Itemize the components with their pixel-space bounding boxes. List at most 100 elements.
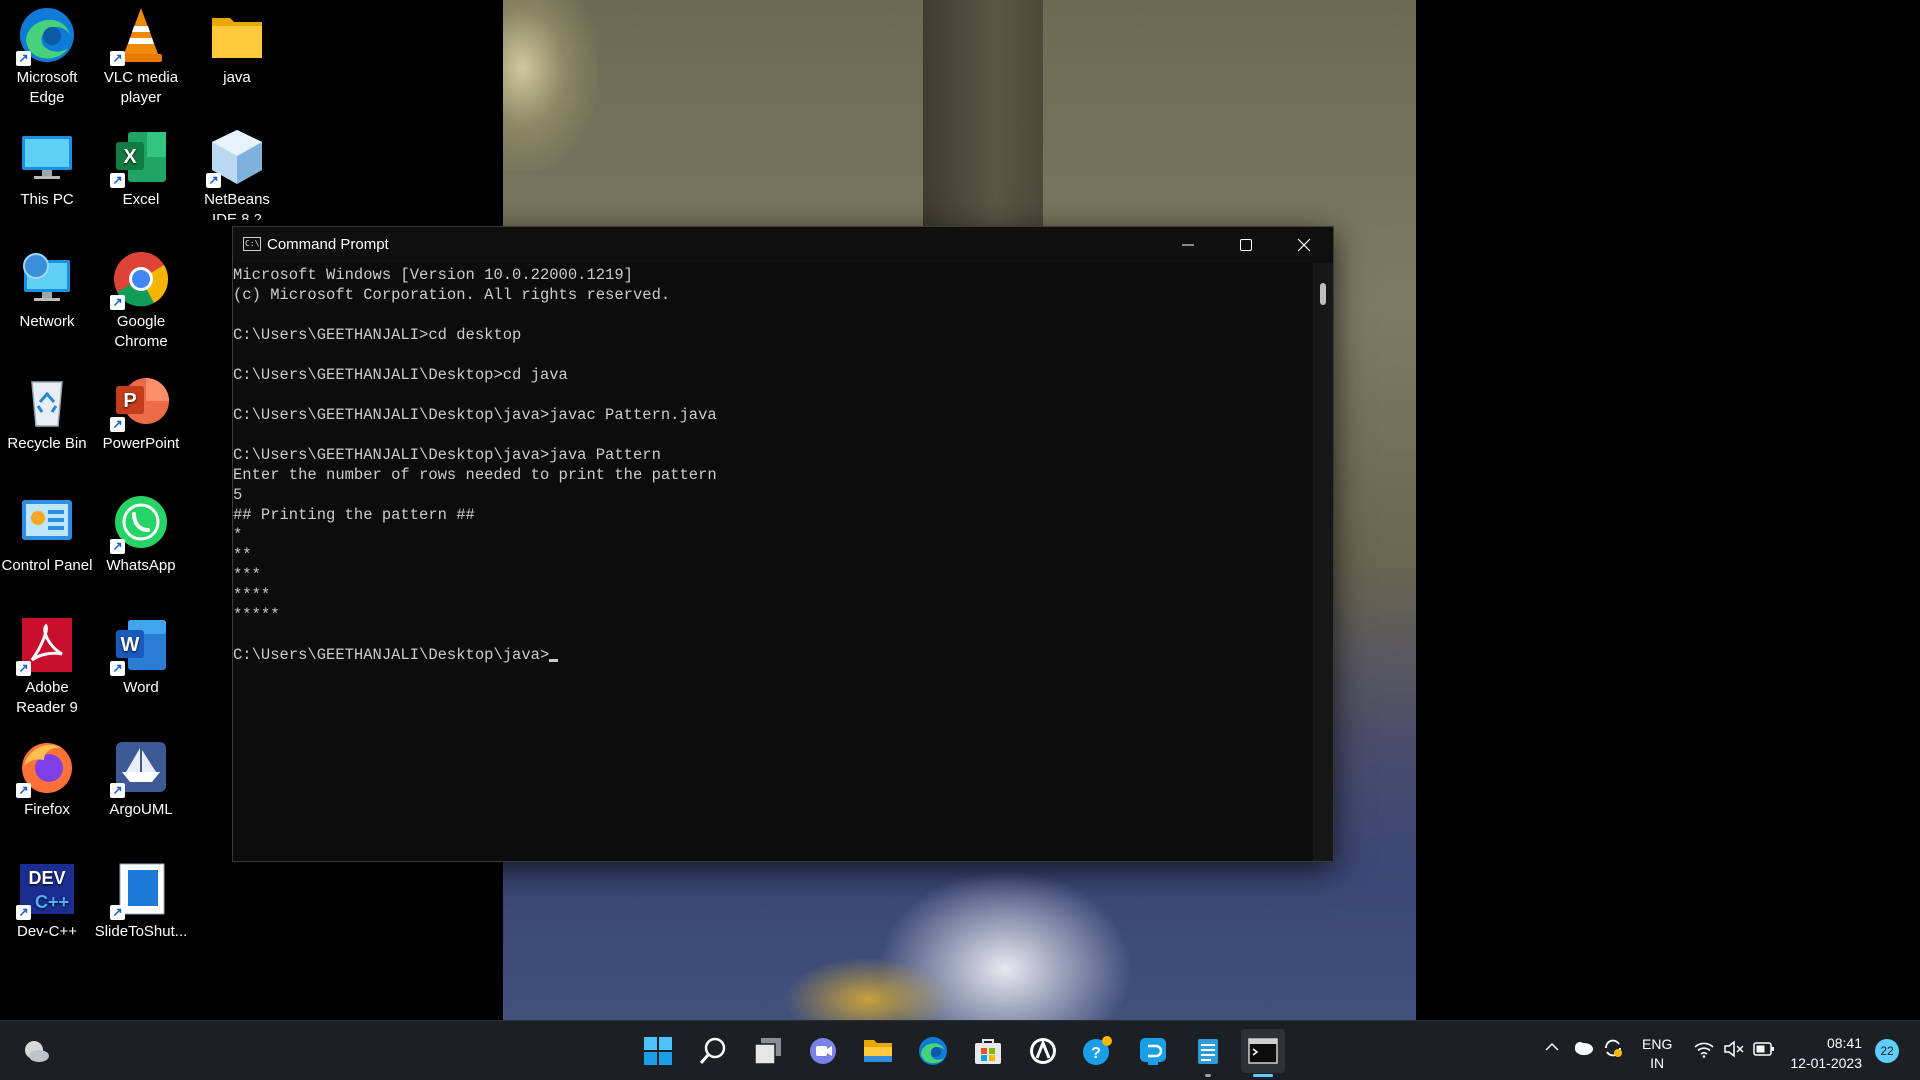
store-icon: [975, 1039, 1001, 1064]
wifi-icon: [1694, 1042, 1714, 1058]
console-line: ****: [233, 586, 271, 604]
remote-icon: [1140, 1038, 1166, 1065]
desktop-icon-control-panel[interactable]: Control Panel: [0, 488, 94, 576]
language-line1: ENG: [1642, 1036, 1673, 1052]
whatsapp-icon: ↗: [110, 494, 170, 554]
maximize-icon: [1240, 239, 1252, 251]
svg-text:X: X: [123, 146, 137, 168]
word-icon: W ↗: [110, 616, 170, 676]
maximize-button[interactable]: [1217, 227, 1275, 263]
console-prompt-line: C:\Users\GEETHANJALI\Desktop\java>: [233, 645, 1313, 665]
desktop-icon-edge[interactable]: ↗ Microsoft Edge: [0, 0, 94, 108]
chrome-icon: ↗: [110, 250, 170, 310]
console-output[interactable]: Microsoft Windows [Version 10.0.22000.12…: [233, 263, 1313, 861]
taskbar-edge-button[interactable]: [911, 1029, 955, 1073]
scrollbar[interactable]: [1313, 263, 1333, 861]
taskbar-widgets-button[interactable]: [14, 1029, 58, 1073]
taskbar-app-button[interactable]: [1021, 1029, 1065, 1073]
volume-button[interactable]: [1723, 1040, 1745, 1061]
taskbar-terminal-button[interactable]: [1241, 1029, 1285, 1077]
text-cursor: [549, 659, 559, 662]
svg-text:?: ?: [1091, 1045, 1101, 1062]
scrollbar-thumb[interactable]: [1320, 283, 1326, 305]
notepad-icon: [1198, 1039, 1218, 1064]
desktop-icon-recycle-bin[interactable]: Recycle Bin: [0, 366, 94, 454]
desktop-icon-network[interactable]: Network: [0, 244, 94, 332]
taskbar-chat-button[interactable]: [801, 1029, 845, 1073]
minimize-icon: [1182, 244, 1194, 246]
desktop-icon-label: NetBeans IDE 8.2: [204, 191, 270, 220]
console-line: ## Printing the pattern ##: [233, 506, 475, 524]
notification-badge[interactable]: 22: [1875, 1039, 1899, 1063]
console-prompt: C:\Users\GEETHANJALI\Desktop\java>: [233, 646, 550, 664]
desktop-icon-netbeans[interactable]: ↗ NetBeans IDE 8.2: [190, 122, 284, 220]
svg-text:DEV: DEV: [28, 868, 65, 888]
close-button[interactable]: [1275, 227, 1333, 263]
edge-icon: ↗: [16, 6, 76, 66]
sync-button[interactable]: [1602, 1037, 1624, 1062]
powerpoint-icon: P ↗: [110, 372, 170, 432]
taskbar-task-view-button[interactable]: [746, 1029, 790, 1073]
taskbar-store-button[interactable]: [966, 1029, 1010, 1073]
edge-icon: [919, 1037, 947, 1065]
search-icon: [699, 1037, 726, 1064]
desktop-icon-label: Excel: [122, 191, 160, 208]
title-bar[interactable]: C:\ Command Prompt: [233, 227, 1333, 263]
desktop-icon-firefox[interactable]: ↗ Firefox: [0, 732, 94, 820]
adobe-reader-icon: ↗: [16, 616, 76, 676]
task-view-icon: [754, 1038, 781, 1065]
command-prompt-window[interactable]: C:\ Command Prompt Microsoft Windows [Ve…: [232, 226, 1334, 862]
desktop-icon-whatsapp[interactable]: ↗ WhatsApp: [94, 488, 188, 576]
terminal-icon: [1248, 1038, 1278, 1064]
running-indicator: [1205, 1074, 1211, 1077]
console-line: C:\Users\GEETHANJALI\Desktop\java>javac …: [233, 406, 717, 424]
desktop-icon-adobe-reader[interactable]: ↗ Adobe Reader 9: [0, 610, 94, 718]
desktop-icon-label: Google Chrome: [114, 313, 168, 350]
desktop-icon-label: VLC media player: [103, 69, 179, 106]
taskbar-search-button[interactable]: [691, 1029, 735, 1073]
desktop-icon-dev-cpp[interactable]: DEV C++ ↗ Dev-C++: [0, 854, 94, 942]
desktop-icon-java-folder[interactable]: java: [190, 0, 284, 88]
console-line: 5: [233, 486, 243, 504]
desktop-icon-chrome[interactable]: ↗ Google Chrome: [94, 244, 188, 352]
taskbar-start-button[interactable]: [636, 1029, 680, 1073]
network-button[interactable]: [1693, 1040, 1715, 1061]
console-line: Microsoft Windows [Version 10.0.22000.12…: [233, 266, 633, 284]
desktop-icon-label: Network: [19, 313, 75, 330]
vlc-icon: ↗: [110, 6, 170, 66]
cloud-icon: [1575, 1042, 1593, 1055]
network-icon: [18, 250, 76, 308]
desktop-icon-label: Dev-C++: [16, 923, 78, 940]
console-line: **: [233, 546, 252, 564]
taskbar-remote-button[interactable]: [1131, 1029, 1175, 1073]
active-indicator: [1253, 1074, 1273, 1077]
taskbar-notepad-button[interactable]: [1186, 1029, 1230, 1077]
desktop-icon-label: Microsoft Edge: [16, 69, 78, 106]
close-icon: [1297, 238, 1311, 252]
language-indicator[interactable]: ENG IN: [1642, 1035, 1672, 1073]
desktop-icon-label: Word: [123, 679, 159, 696]
desktop-icon-slidetoshutdown[interactable]: ↗ SlideToShut...: [94, 854, 188, 942]
svg-text:P: P: [123, 390, 136, 412]
console-line: (c) Microsoft Corporation. All rights re…: [233, 286, 671, 304]
show-hidden-icons-button[interactable]: [1544, 1039, 1560, 1058]
chevron-up-icon: [1545, 1042, 1559, 1051]
clock[interactable]: 08:41 12-01-2023: [1790, 1033, 1862, 1073]
desktop-icon-this-pc[interactable]: This PC: [0, 122, 94, 210]
taskbar-get-help-button[interactable]: ?: [1076, 1029, 1120, 1073]
desktop-icon-argouml[interactable]: ↗ ArgoUML: [94, 732, 188, 820]
battery-button[interactable]: [1753, 1041, 1775, 1060]
firefox-icon: ↗: [16, 738, 76, 798]
desktop-icon-word[interactable]: W ↗ Word: [94, 610, 188, 698]
taskbar-file-explorer-button[interactable]: [856, 1029, 900, 1073]
desktop-icon-label: java: [223, 69, 251, 86]
desktop-icon-powerpoint[interactable]: P ↗ PowerPoint: [94, 366, 188, 454]
desktop-icon-label: This PC: [20, 191, 74, 208]
onedrive-button[interactable]: [1572, 1038, 1594, 1059]
wallpaper-shape: [923, 0, 1043, 230]
clock-date: 12-01-2023: [1790, 1055, 1862, 1071]
desktop-icon-excel[interactable]: X ↗ Excel: [94, 122, 188, 210]
desktop-icon-vlc[interactable]: ↗ VLC media player: [94, 0, 188, 108]
minimize-button[interactable]: [1159, 227, 1217, 263]
